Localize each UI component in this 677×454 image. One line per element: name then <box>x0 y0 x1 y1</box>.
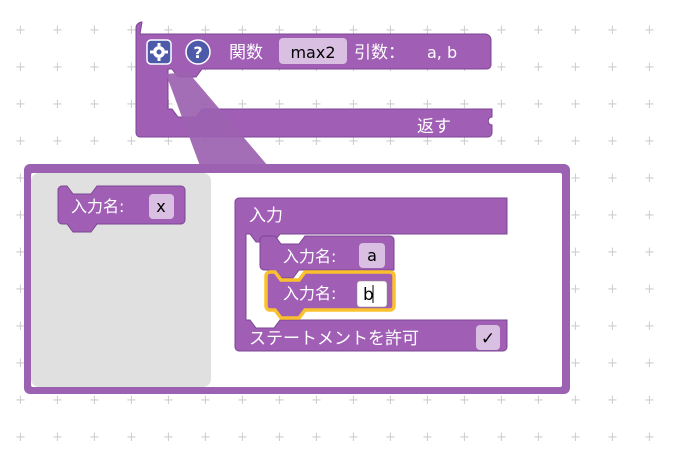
input-item-a-label: 入力名: <box>283 247 336 266</box>
svg-text:?: ? <box>193 43 202 62</box>
gear-icon[interactable] <box>146 39 172 65</box>
input-item-a-value[interactable]: a <box>367 246 377 265</box>
flyout-input-label: 入力名: <box>71 197 124 216</box>
params-label: 引数： <box>354 43 405 63</box>
flyout-input-value[interactable]: x <box>156 197 165 216</box>
allow-statements-label: ステートメントを許可 <box>249 329 419 349</box>
workspace-canvas: ? 関数 max2 引数： a, b 返す 入力名: x 入力 ステートメントを… <box>24 21 570 394</box>
function-name[interactable]: max2 <box>290 43 335 62</box>
return-label: 返す <box>417 117 451 137</box>
container-title: 入力 <box>249 206 283 226</box>
help-icon[interactable]: ? <box>185 39 211 65</box>
allow-statements-checkbox[interactable]: ✓ <box>476 325 500 350</box>
input-item-block-b[interactable]: 入力名: b <box>264 270 396 320</box>
function-keyword: 関数 <box>229 43 263 63</box>
input-item-b-label: 入力名: <box>283 284 336 303</box>
params-list: a, b <box>427 43 457 62</box>
function-name-field[interactable]: max2 <box>279 38 347 64</box>
checkbox-checkmark: ✓ <box>481 329 495 349</box>
input-item-b-value[interactable]: b <box>363 285 374 305</box>
